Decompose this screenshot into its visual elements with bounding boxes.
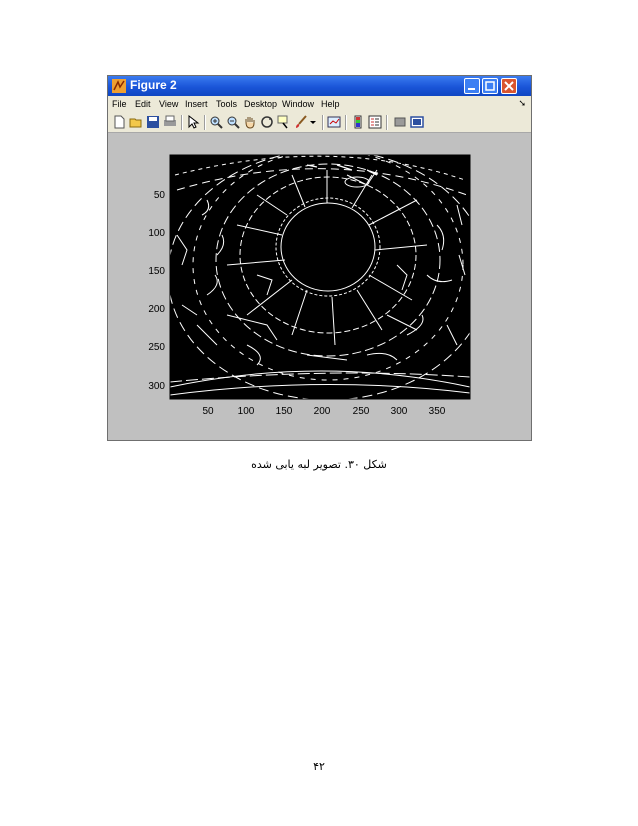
page-number: ۴۲ [313, 760, 325, 773]
y-tick-label: 300 [148, 381, 165, 392]
x-tick-label: 300 [391, 406, 408, 417]
x-tick-label: 100 [238, 406, 255, 417]
x-tick-label: 350 [429, 406, 446, 417]
y-tick-label: 50 [154, 190, 166, 201]
x-tick-label: 250 [353, 406, 370, 417]
x-tick-label: 200 [314, 406, 331, 417]
figure-caption: شکل ۳۰. تصویر لبه یابی شده [251, 458, 387, 471]
axes: 50 100 150 200 250 300 350 50 100 150 20… [148, 154, 471, 417]
y-tick-label: 200 [148, 304, 165, 315]
y-tick-label: 100 [148, 228, 165, 239]
edge-image [170, 155, 470, 399]
y-tick-label: 150 [148, 266, 165, 277]
x-tick-label: 150 [276, 406, 293, 417]
y-tick-label: 250 [148, 342, 165, 353]
x-tick-label: 50 [202, 406, 214, 417]
